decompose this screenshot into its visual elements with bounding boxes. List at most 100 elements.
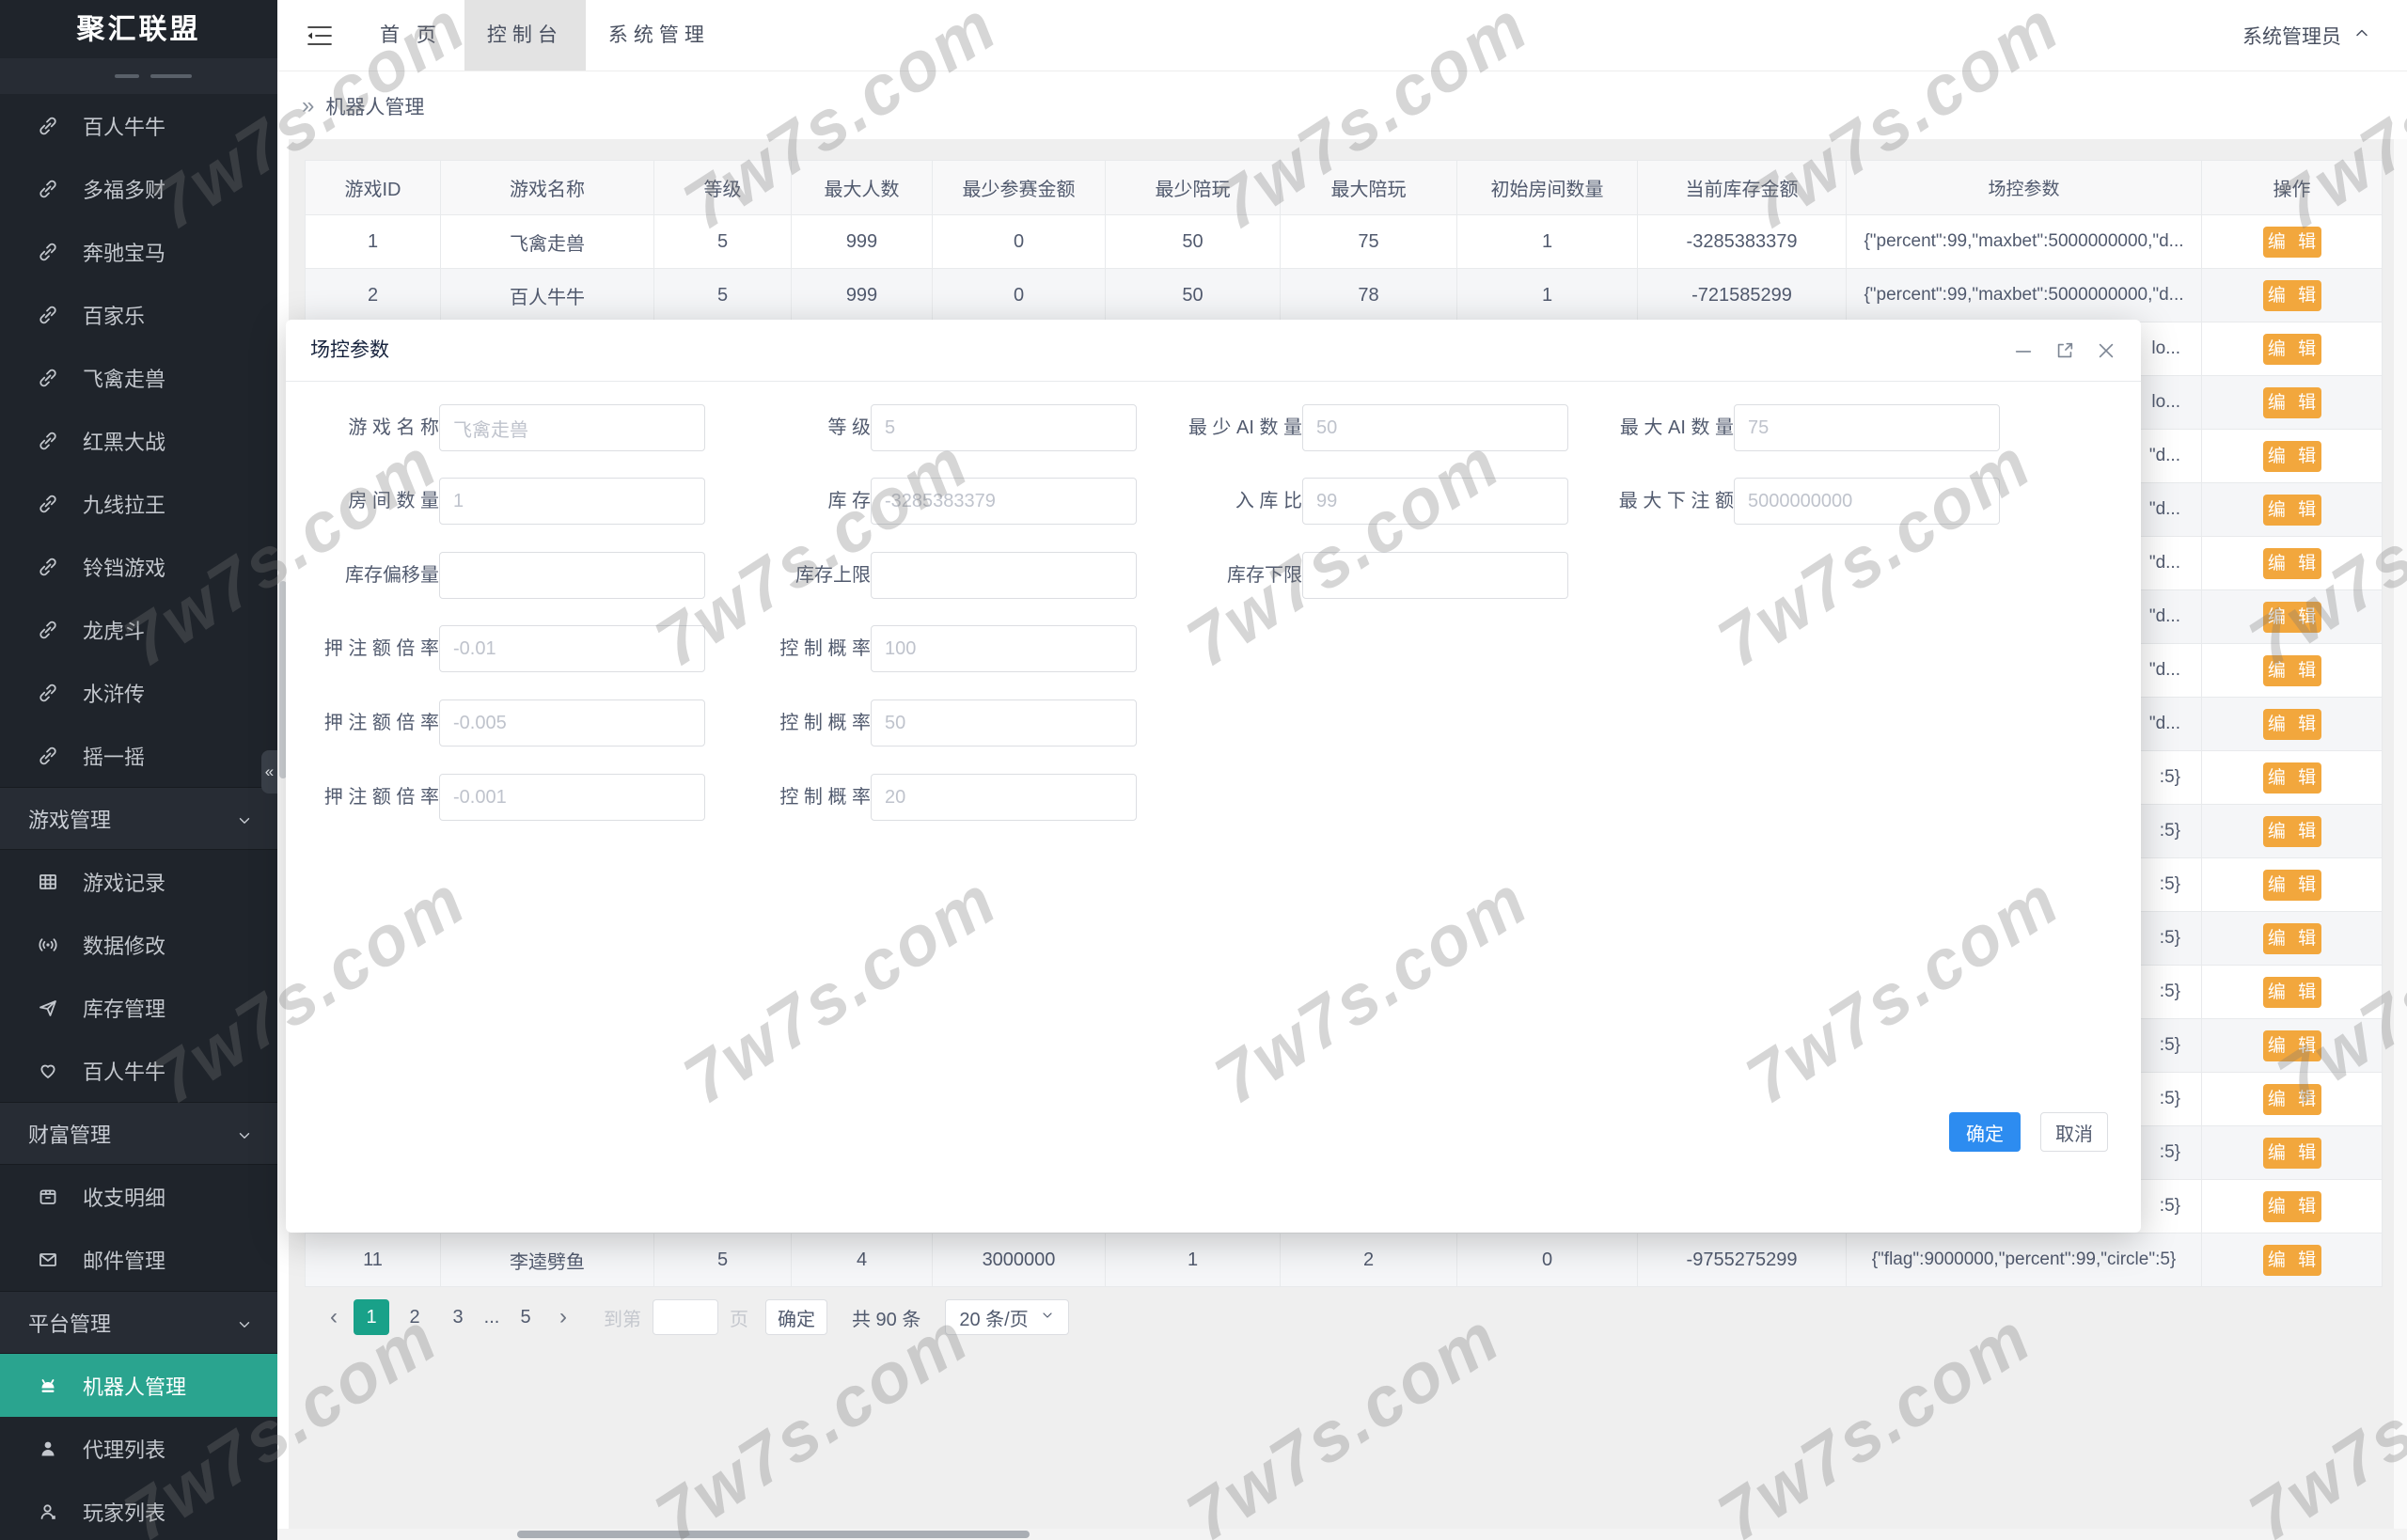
page-number[interactable]: ... [480,1299,504,1335]
field-input[interactable] [871,625,1137,672]
field-input[interactable] [871,699,1137,746]
top-tab-label: 首 页 [380,24,442,46]
edit-button[interactable]: 编 辑 [2263,1245,2321,1276]
field-input[interactable] [871,552,1137,599]
cell-actions: 编 辑 [2202,966,2382,1019]
edit-button[interactable]: 编 辑 [2263,495,2321,526]
sidebar-item[interactable]: 多福多财 [0,157,277,220]
sidebar-item[interactable]: 玩家列表 [0,1480,277,1540]
jump-confirm-button[interactable]: 确定 [765,1299,827,1335]
page-size-select[interactable]: 20 条/页 [945,1299,1068,1335]
edit-button[interactable]: 编 辑 [2263,387,2321,418]
edit-button[interactable]: 编 辑 [2263,977,2321,1008]
sidebar-item[interactable]: 红黑大战 [0,409,277,472]
top-tab[interactable]: 控制台 [464,0,586,71]
edit-button[interactable]: 编 辑 [2263,1030,2321,1061]
modal-ok-button[interactable]: 确定 [1949,1112,2021,1152]
page-number[interactable]: 3 [440,1299,476,1335]
sidebar-item[interactable]: 财富管理 [0,1102,277,1165]
edit-button[interactable]: 编 辑 [2263,923,2321,954]
sidebar-item[interactable]: 龙虎斗 [0,598,277,661]
sidebar-item[interactable]: 平台管理 [0,1291,277,1354]
field-input[interactable] [439,774,705,821]
minimize-icon[interactable] [2013,340,2034,361]
edit-button[interactable]: 编 辑 [2263,762,2321,794]
sidebar-item[interactable]: 游戏管理 [0,787,277,850]
field-input[interactable] [1302,404,1568,451]
cell-game-name: 百人牛牛 [441,269,654,322]
page-word-label: 页 [730,1304,748,1331]
edit-button[interactable]: 编 辑 [2263,1084,2321,1115]
prev-page-icon[interactable]: ‹ [318,1304,350,1330]
page-title: 机器人管理 [325,92,424,120]
sidebar-item[interactable]: 代理列表 [0,1417,277,1480]
sidebar-item[interactable]: 水浒传 [0,661,277,724]
vertical-scrollbar[interactable] [2394,139,2407,1529]
menu-toggle-icon[interactable] [305,23,335,49]
field-input[interactable] [439,699,705,746]
sidebar-item[interactable]: 摇一摇 [0,724,277,787]
sidebar-item[interactable]: 百人牛牛 [0,1039,277,1102]
top-tab[interactable]: 系统管理 [586,0,732,71]
edit-button[interactable]: 编 辑 [2263,870,2321,901]
user-menu[interactable]: 系统管理员 [2242,0,2371,71]
cell-min-entry: 3000000 [933,1234,1106,1287]
edit-button[interactable]: 编 辑 [2263,334,2321,365]
sidebar-item[interactable]: 百家乐 [0,283,277,346]
sidebar-item[interactable]: 机器人管理 [0,1354,277,1417]
edit-button[interactable]: 编 辑 [2263,441,2321,472]
field-input[interactable] [871,774,1137,821]
sidebar-collapse-handle[interactable]: « [261,750,277,794]
cell-actions: 编 辑 [2202,430,2382,483]
sidebar-item-label: 飞禽走兽 [83,363,165,393]
edit-button[interactable]: 编 辑 [2263,816,2321,847]
field-input[interactable] [871,478,1137,525]
edit-button[interactable]: 编 辑 [2263,709,2321,740]
sidebar-item[interactable]: 数据修改 [0,913,277,976]
sidebar-item[interactable]: 铃铛游戏 [0,535,277,598]
field-input[interactable] [1302,552,1568,599]
cell-params: {"percent":99,"maxbet":5000000000,"d... [1847,215,2202,269]
field-input[interactable] [439,404,705,451]
fullscreen-icon[interactable] [2054,340,2075,361]
sidebar-item[interactable]: 百人牛牛 [0,94,277,157]
sidebar-item[interactable]: 飞禽走兽 [0,346,277,409]
top-tab[interactable]: 首 页 [357,0,464,71]
cell-max-ai: 78 [1281,269,1457,322]
cell-actions: 编 辑 [2202,483,2382,537]
page-number[interactable]: 1 [354,1299,389,1335]
edit-button[interactable]: 编 辑 [2263,1191,2321,1222]
sidebar-item[interactable]: 邮件管理 [0,1228,277,1291]
field-input[interactable] [1734,404,2000,451]
sidebar-item[interactable]: 收支明细 [0,1165,277,1228]
edit-button[interactable]: 编 辑 [2263,280,2321,311]
edit-button[interactable]: 编 辑 [2263,227,2321,258]
field-input[interactable] [1734,478,2000,525]
page-list: 1 2 3 ... 5 [350,1299,547,1335]
modal-cancel-button[interactable]: 取消 [2040,1112,2108,1152]
field-input[interactable] [439,625,705,672]
close-icon[interactable] [2096,340,2116,361]
edit-button[interactable]: 编 辑 [2263,655,2321,686]
next-page-icon[interactable]: › [547,1304,579,1330]
horizontal-scrollbar[interactable] [277,1529,2407,1540]
horizontal-scrollbar-thumb[interactable] [517,1531,1030,1538]
jump-page-input[interactable] [653,1299,718,1335]
page-number[interactable]: 2 [397,1299,433,1335]
sidebar-item[interactable]: 库存管理 [0,976,277,1039]
edit-button[interactable]: 编 辑 [2263,602,2321,633]
field-label: 等 级 [827,404,871,451]
cell-actions: 编 辑 [2202,1126,2382,1180]
sidebar-item[interactable]: 九线拉王 [0,472,277,535]
edit-button[interactable]: 编 辑 [2263,548,2321,579]
field-input[interactable] [1302,478,1568,525]
cell-min-ai: 1 [1106,1234,1281,1287]
field-input[interactable] [439,478,705,525]
page-number[interactable]: 5 [508,1299,543,1335]
field-input[interactable] [871,404,1137,451]
sidebar-item[interactable]: 游戏记录 [0,850,277,913]
top-tab-label: 控制台 [487,24,563,46]
sidebar-item[interactable]: 奔驰宝马 [0,220,277,283]
edit-button[interactable]: 编 辑 [2263,1138,2321,1169]
field-input[interactable] [439,552,705,599]
